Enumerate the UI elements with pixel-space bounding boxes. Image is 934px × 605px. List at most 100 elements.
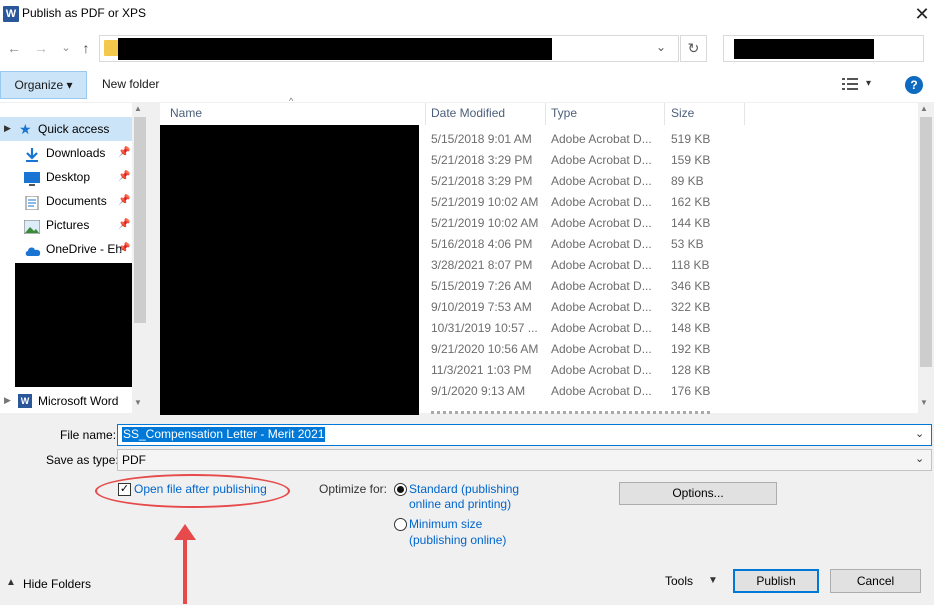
scroll-down-icon[interactable]: ▼	[134, 398, 142, 407]
forward-arrow-icon[interactable]: →	[33, 39, 49, 57]
sidebar-item-label: Documents	[46, 194, 107, 208]
address-redaction	[118, 38, 552, 60]
sidebar-item-label: Desktop	[46, 170, 91, 184]
table-cell-type[interactable]: Adobe Acrobat D...	[551, 279, 661, 300]
table-cell-size[interactable]: 128 KB	[671, 363, 731, 384]
table-cell-type[interactable]: Adobe Acrobat D...	[551, 258, 661, 279]
table-cell-type[interactable]: Adobe Acrobat D...	[551, 216, 661, 237]
sidebar-item-pictures[interactable]: Pictures 📌	[0, 213, 134, 237]
new-folder-button[interactable]: New folder	[102, 77, 159, 91]
table-cell-date[interactable]: 5/21/2019 10:02 AM	[431, 216, 543, 237]
partial-row	[431, 409, 711, 414]
table-cell-size[interactable]: 159 KB	[671, 153, 731, 174]
refresh-icon[interactable]: ↻	[680, 35, 707, 62]
table-cell-date[interactable]: 5/21/2018 3:29 PM	[431, 153, 543, 174]
minimum-size-option-label-line2[interactable]: (publishing online)	[409, 533, 506, 547]
save-as-type-value[interactable]: PDF	[122, 453, 146, 467]
table-cell-size[interactable]: 322 KB	[671, 300, 731, 321]
table-cell-size[interactable]: 346 KB	[671, 279, 731, 300]
publish-button[interactable]: Publish	[733, 569, 819, 593]
file-list-scrollbar-thumb[interactable]	[920, 117, 932, 367]
save-as-type-label: Save as type:	[46, 453, 119, 467]
table-cell-date[interactable]: 9/1/2020 9:13 AM	[431, 384, 543, 405]
column-header-type[interactable]: Type	[551, 106, 577, 124]
minimum-size-option-label[interactable]: Minimum size	[409, 517, 482, 531]
sidebar-item-onedrive[interactable]: OneDrive - Eh 📌	[0, 237, 134, 261]
desktop-icon	[24, 170, 40, 186]
view-options-icon[interactable]	[842, 78, 858, 92]
scroll-up-icon[interactable]: ▲	[920, 104, 928, 113]
table-cell-date[interactable]: 9/10/2019 7:53 AM	[431, 300, 543, 321]
file-name-selected-text[interactable]: SS_Compensation Letter - Merit 2021	[122, 427, 326, 442]
close-icon[interactable]: ✕	[910, 2, 934, 26]
table-cell-date[interactable]: 5/21/2018 3:29 PM	[431, 174, 543, 195]
table-cell-type[interactable]: Adobe Acrobat D...	[551, 195, 661, 216]
column-divider[interactable]	[744, 103, 745, 125]
tools-dropdown-icon[interactable]: ▼	[708, 575, 718, 586]
tools-button[interactable]: Tools	[665, 574, 693, 588]
sidebar-scrollbar-thumb[interactable]	[134, 117, 146, 323]
folder-icon	[104, 40, 118, 56]
scroll-up-icon[interactable]: ▲	[134, 104, 142, 113]
scroll-down-icon[interactable]: ▼	[920, 398, 928, 407]
table-cell-size[interactable]: 53 KB	[671, 237, 731, 258]
help-icon[interactable]: ?	[905, 76, 923, 94]
table-cell-type[interactable]: Adobe Acrobat D...	[551, 363, 661, 384]
table-cell-date[interactable]: 5/15/2018 9:01 AM	[431, 132, 543, 153]
options-button[interactable]: Options...	[619, 482, 777, 505]
pin-icon: 📌	[118, 195, 131, 206]
column-header-date-modified[interactable]: Date Modified	[431, 106, 505, 124]
column-header-size[interactable]: Size	[671, 106, 694, 124]
table-cell-date[interactable]: 10/31/2019 10:57 ...	[431, 321, 543, 342]
table-cell-size[interactable]: 192 KB	[671, 342, 731, 363]
table-cell-date[interactable]: 3/28/2021 8:07 PM	[431, 258, 543, 279]
table-cell-date[interactable]: 5/16/2018 4:06 PM	[431, 237, 543, 258]
table-cell-size[interactable]: 519 KB	[671, 132, 731, 153]
table-cell-date[interactable]: 5/21/2019 10:02 AM	[431, 195, 543, 216]
sort-ascending-icon: ^	[289, 96, 294, 106]
hide-folders-button[interactable]: Hide Folders	[23, 577, 91, 591]
sidebar-item-downloads[interactable]: Downloads 📌	[0, 141, 134, 165]
view-dropdown-icon[interactable]: ▾	[866, 78, 871, 89]
table-cell-type[interactable]: Adobe Acrobat D...	[551, 153, 661, 174]
table-cell-type[interactable]: Adobe Acrobat D...	[551, 342, 661, 363]
sidebar-item-label: Quick access	[38, 122, 110, 136]
table-cell-size[interactable]: 162 KB	[671, 195, 731, 216]
table-cell-type[interactable]: Adobe Acrobat D...	[551, 321, 661, 342]
standard-option-label-line2[interactable]: online and printing)	[409, 497, 511, 511]
table-cell-type[interactable]: Adobe Acrobat D...	[551, 174, 661, 195]
standard-option-label[interactable]: Standard (publishing	[409, 482, 519, 496]
chevron-down-icon[interactable]: ⌄	[915, 427, 924, 440]
table-cell-type[interactable]: Adobe Acrobat D...	[551, 237, 661, 258]
back-arrow-icon[interactable]: ←	[6, 39, 22, 57]
sidebar-item-documents[interactable]: Documents 📌	[0, 189, 134, 213]
organize-button[interactable]: Organize ▾	[0, 71, 87, 99]
chevron-down-icon[interactable]: ⌄	[915, 452, 924, 465]
cancel-button[interactable]: Cancel	[830, 569, 921, 593]
table-cell-type[interactable]: Adobe Acrobat D...	[551, 132, 661, 153]
chevron-down-icon[interactable]: ⌄	[654, 40, 668, 56]
expand-icon[interactable]: ▶	[4, 123, 11, 134]
table-cell-size[interactable]: 89 KB	[671, 174, 731, 195]
column-divider[interactable]	[425, 103, 426, 125]
table-cell-type[interactable]: Adobe Acrobat D...	[551, 384, 661, 405]
minimum-size-radio[interactable]	[394, 518, 407, 531]
table-cell-size[interactable]: 176 KB	[671, 384, 731, 405]
table-cell-size[interactable]: 118 KB	[671, 258, 731, 279]
sidebar-item-label: Microsoft Word	[38, 394, 119, 408]
table-cell-type[interactable]: Adobe Acrobat D...	[551, 300, 661, 321]
table-cell-size[interactable]: 144 KB	[671, 216, 731, 237]
chevron-up-icon[interactable]: ▲	[6, 577, 16, 588]
table-cell-date[interactable]: 11/3/2021 1:03 PM	[431, 363, 543, 384]
table-cell-date[interactable]: 5/15/2019 7:26 AM	[431, 279, 543, 300]
table-cell-date[interactable]: 9/21/2020 10:56 AM	[431, 342, 543, 363]
save-as-type-select[interactable]	[117, 449, 932, 471]
column-header-name[interactable]: Name	[170, 106, 202, 124]
recent-locations-icon[interactable]: ⌄	[58, 39, 74, 57]
column-divider[interactable]	[664, 103, 665, 125]
up-arrow-icon[interactable]: ↑	[78, 39, 94, 57]
table-cell-size[interactable]: 148 KB	[671, 321, 731, 342]
sidebar-item-desktop[interactable]: Desktop 📌	[0, 165, 134, 189]
sidebar-item-microsoft-word[interactable]: Microsoft Word	[0, 389, 134, 413]
column-divider[interactable]	[545, 103, 546, 125]
